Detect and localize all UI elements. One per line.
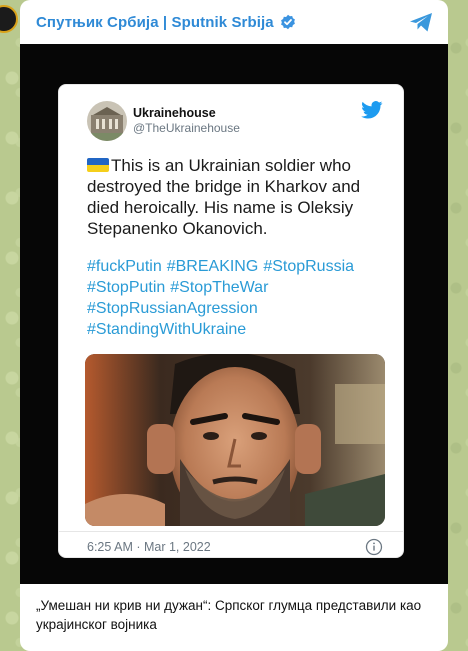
- tweet-divider: [59, 531, 403, 557]
- hashtag-row: #StopRussianAgression: [87, 298, 383, 319]
- hashtag[interactable]: #StopRussia: [263, 256, 354, 277]
- hashtag-row: #StandingWithUkraine: [87, 319, 383, 340]
- tweet-hashtags: #fuckPutin #BREAKING #StopRussia #StopPu…: [87, 256, 383, 340]
- tweet-handle: @TheUkrainehouse: [133, 121, 240, 136]
- tweet-header: Ukrainehouse @TheUkrainehouse: [87, 99, 383, 143]
- tweet-text-body: This is an Ukrainian soldier who destroy…: [87, 156, 361, 238]
- ukraine-flag-icon: [87, 158, 109, 172]
- post-header: Спутњик Србија | Sputnik Srbija: [20, 0, 448, 44]
- post-image[interactable]: Ukrainehouse @TheUkrainehouse This is an…: [20, 44, 448, 584]
- tweet-screenshot: Ukrainehouse @TheUkrainehouse This is an…: [58, 84, 404, 558]
- hashtag[interactable]: #StopRussianAgression: [87, 298, 258, 319]
- channel-name[interactable]: Спутњик Србија | Sputnik Srbija: [36, 14, 274, 31]
- tweet-display-name: Ukrainehouse: [133, 105, 216, 120]
- hashtag[interactable]: #StopTheWar: [170, 277, 268, 298]
- post-card: Спутњик Србија | Sputnik Srbija Ukraineh…: [20, 0, 448, 651]
- share-icon[interactable]: [408, 10, 434, 34]
- verified-badge-icon: [280, 14, 296, 30]
- hashtag[interactable]: #StandingWithUkraine: [87, 319, 246, 340]
- hashtag[interactable]: #StopPutin: [87, 277, 165, 298]
- tweet-avatar: [87, 101, 127, 141]
- hashtag[interactable]: #BREAKING: [167, 256, 259, 277]
- hashtag-row: #StopPutin #StopTheWar: [87, 277, 383, 298]
- channel-avatar[interactable]: [0, 5, 18, 33]
- twitter-bird-icon: [361, 101, 383, 119]
- hashtag[interactable]: #fuckPutin: [87, 256, 162, 277]
- tweet-text: This is an Ukrainian soldier who destroy…: [87, 155, 377, 239]
- tweet-user: Ukrainehouse @TheUkrainehouse: [133, 106, 240, 137]
- post-caption: „Умешан ни крив ни дужан“: Српског глумц…: [36, 598, 422, 632]
- hashtag-row: #fuckPutin #BREAKING #StopRussia: [87, 256, 383, 277]
- tweet-photo[interactable]: [85, 354, 385, 526]
